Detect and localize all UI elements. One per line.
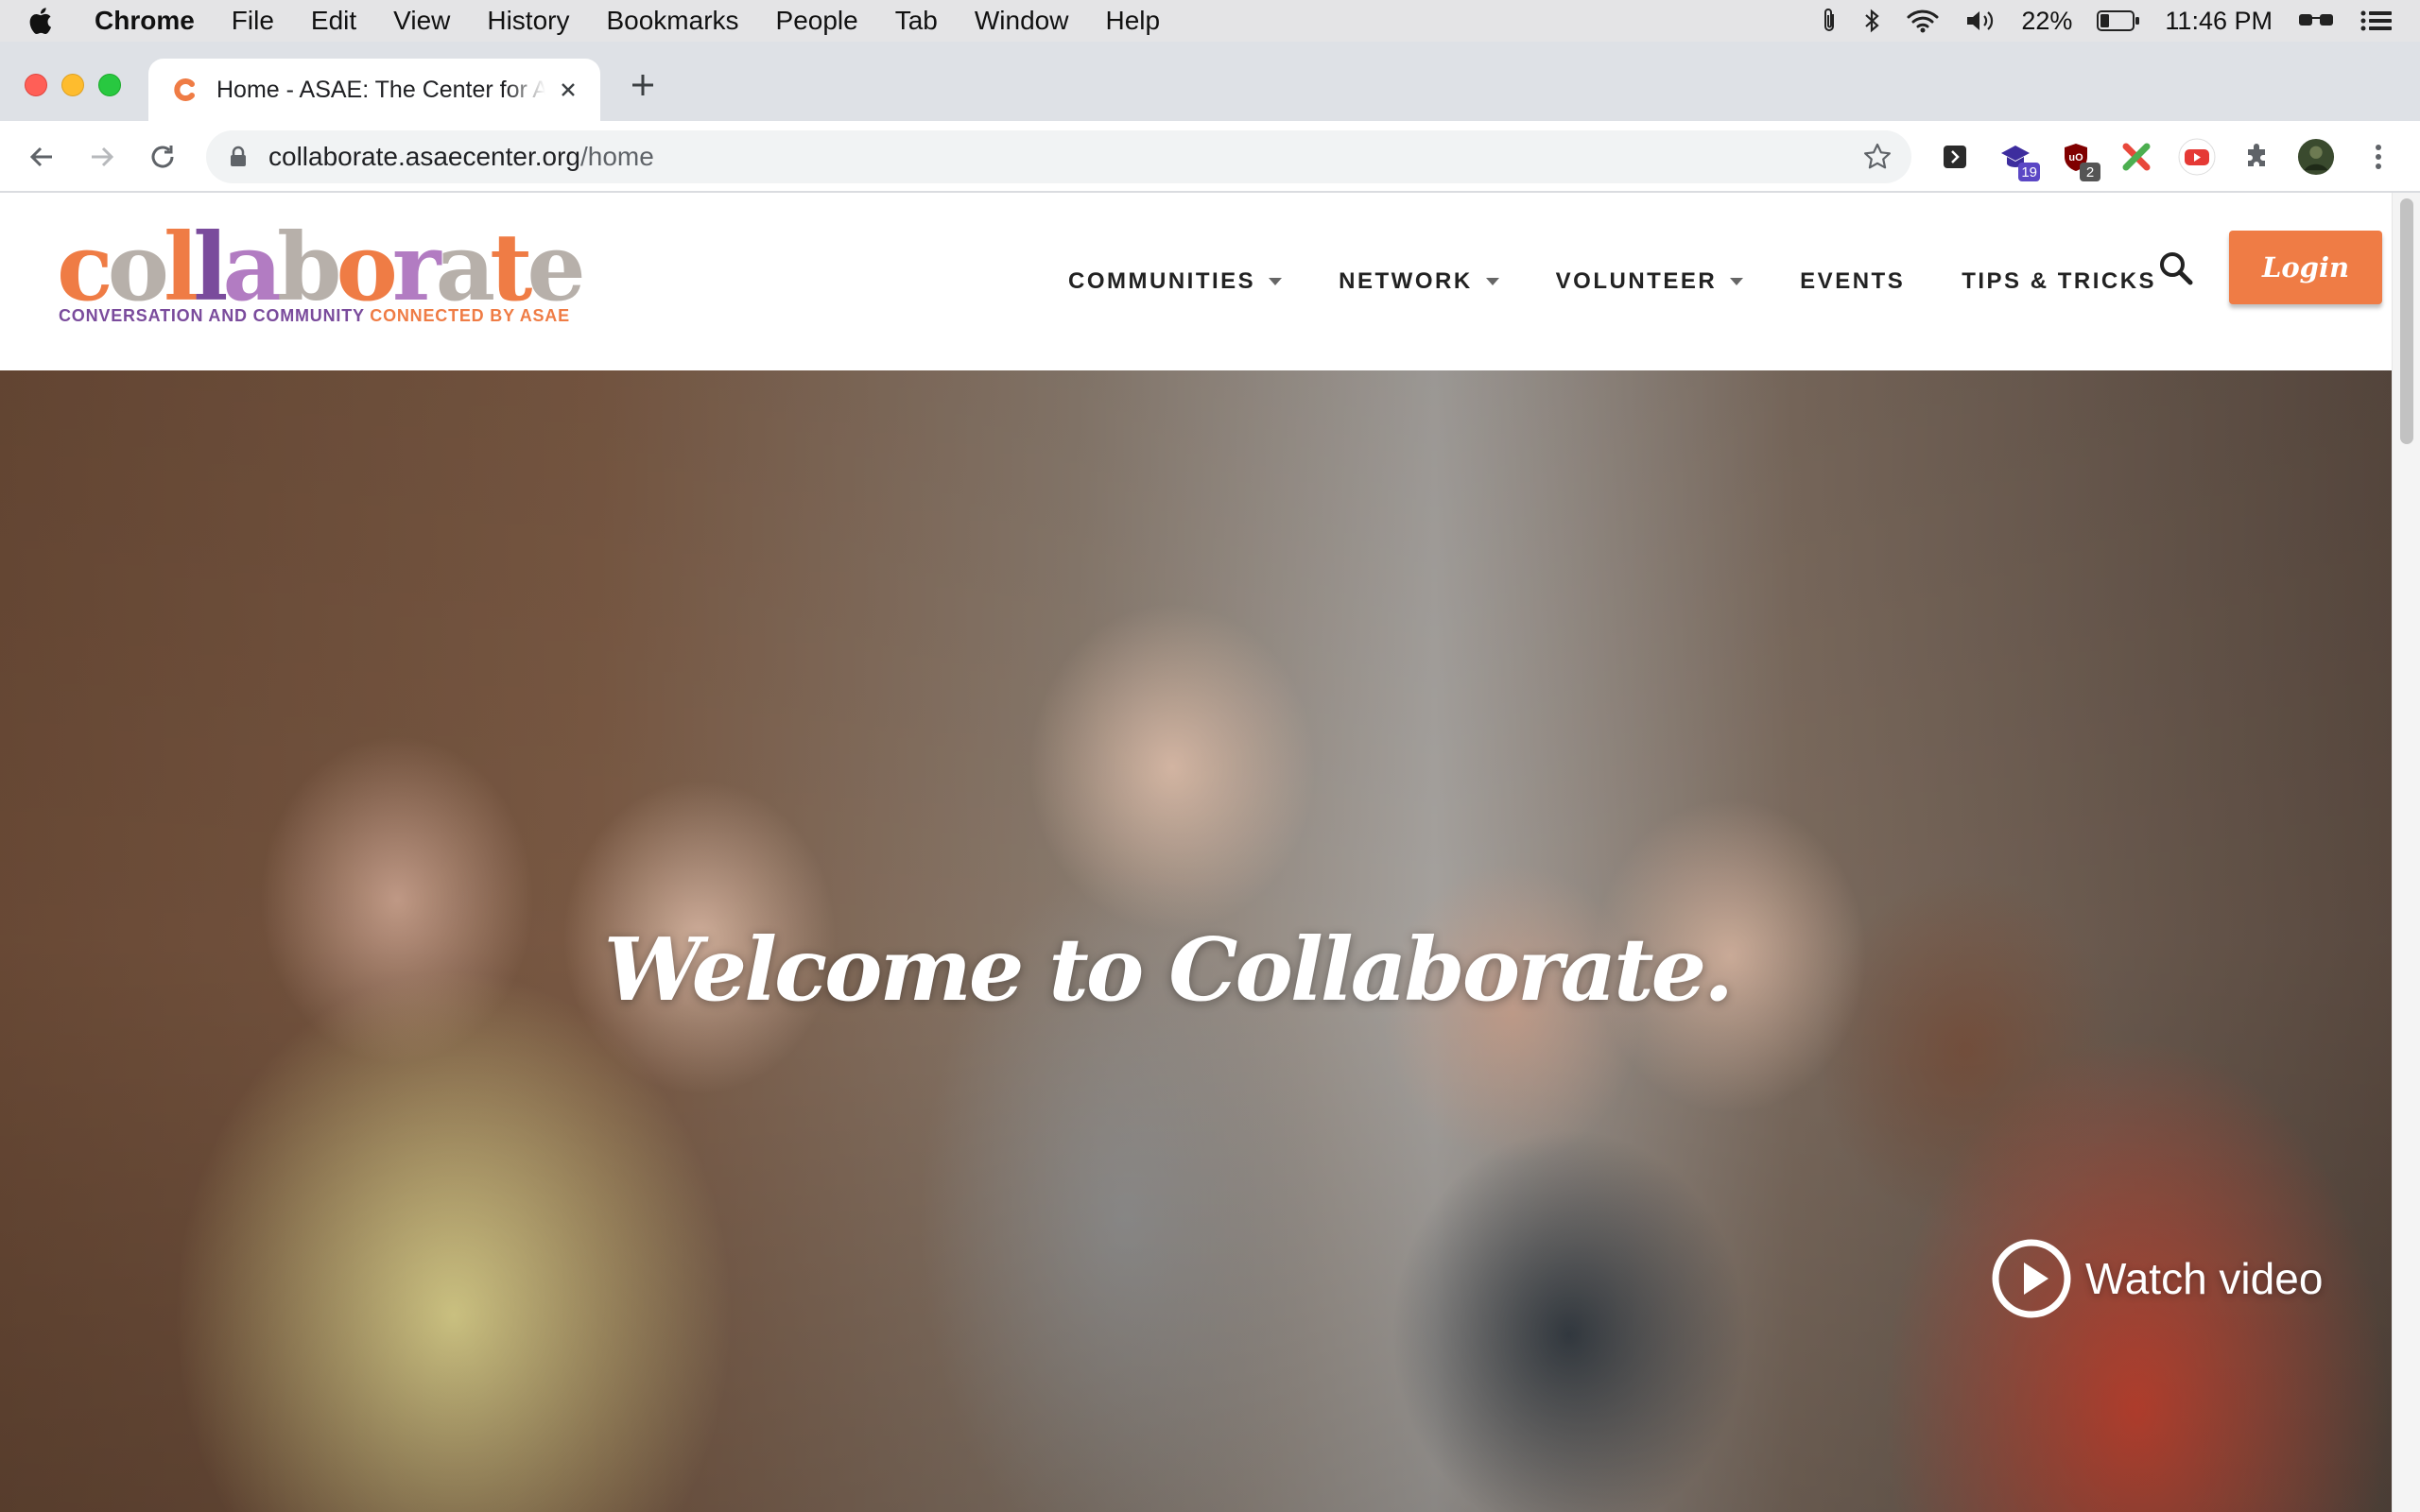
menu-history[interactable]: History <box>487 6 569 36</box>
site-header: collaborate CONVERSATION AND COMMUNITY C… <box>0 193 2392 370</box>
extension-ublock-icon[interactable]: uO 2 <box>2057 138 2100 181</box>
play-circle-icon <box>1992 1239 2071 1318</box>
menu-people[interactable]: People <box>776 6 858 36</box>
hero-headline: Welcome to Collaborate. <box>603 919 1734 1021</box>
main-navigation: COMMUNITIES NETWORK VOLUNTEER EVENTS TIP… <box>1068 193 2213 370</box>
browser-tab-strip: Home - ASAE: The Center for Association … <box>0 42 2420 121</box>
login-button[interactable]: Login <box>2229 231 2382 304</box>
caret-down-icon <box>1485 278 1499 285</box>
logo-wordmark: collaborate <box>57 214 586 322</box>
extension-dark-icon[interactable] <box>1936 138 1974 176</box>
nav-volunteer-label: VOLUNTEER <box>1555 268 1718 294</box>
extension-cross-icon[interactable] <box>2118 138 2155 176</box>
glasses-icon[interactable] <box>2297 10 2335 31</box>
caret-down-icon <box>1269 278 1283 285</box>
menu-help[interactable]: Help <box>1105 6 1160 36</box>
extensions-puzzle-icon[interactable] <box>2238 138 2276 176</box>
tagline-part-2: CONNECTED BY ASAE <box>370 306 570 325</box>
menu-app-chrome[interactable]: Chrome <box>95 6 195 36</box>
nav-communities-label: COMMUNITIES <box>1068 268 1256 294</box>
bookmark-star-icon[interactable] <box>1862 142 1893 172</box>
watch-video-label: Watch video <box>2085 1254 2324 1303</box>
nav-events[interactable]: EVENTS <box>1800 268 1905 295</box>
svg-text:uO: uO <box>2068 152 2083 163</box>
tab-close-icon[interactable] <box>555 77 581 103</box>
menu-tab[interactable]: Tab <box>895 6 938 36</box>
control-list-icon[interactable] <box>2360 9 2394 33</box>
web-page: collaborate CONVERSATION AND COMMUNITY C… <box>0 193 2392 1512</box>
watch-video-button[interactable]: Watch video <box>1991 1238 2323 1319</box>
collaborate-logo[interactable]: collaborate CONVERSATION AND COMMUNITY C… <box>57 221 586 344</box>
url-host: collaborate.asaecenter.org <box>268 142 580 171</box>
menu-file[interactable]: File <box>232 6 274 36</box>
nav-network[interactable]: NETWORK <box>1339 268 1499 295</box>
tagline-part-1: CONVERSATION AND COMMUNITY <box>59 306 371 325</box>
forward-button[interactable] <box>83 138 121 176</box>
logo-tagline: CONVERSATION AND COMMUNITY CONNECTED BY … <box>59 306 570 326</box>
extension-badge-count: 19 <box>2018 163 2040 181</box>
menu-window[interactable]: Window <box>975 6 1069 36</box>
volume-icon[interactable] <box>1964 8 1996 34</box>
window-minimize-button[interactable] <box>61 74 84 96</box>
menubar-status-area: 22% 11:46 PM <box>1821 0 2394 42</box>
profile-avatar[interactable] <box>2297 138 2335 176</box>
browser-toolbar: collaborate.asaecenter.org /home 19 uO 2 <box>0 121 2420 193</box>
menu-bookmarks[interactable]: Bookmarks <box>606 6 738 36</box>
collaborate-favicon-icon <box>173 77 198 102</box>
scrollbar-thumb[interactable] <box>2400 198 2413 444</box>
hero-banner: Welcome to Collaborate. Watch video <box>0 370 2392 1512</box>
macos-menubar: Chrome File Edit View History Bookmarks … <box>0 0 2420 42</box>
search-icon[interactable] <box>2155 248 2197 289</box>
wifi-icon[interactable] <box>1906 8 1940 34</box>
window-close-button[interactable] <box>25 74 47 96</box>
tab-title: Home - ASAE: The Center for Association … <box>216 76 545 103</box>
extension-graduation-icon[interactable]: 19 <box>1996 138 2040 181</box>
nav-volunteer[interactable]: VOLUNTEER <box>1556 268 1744 295</box>
url-path: /home <box>580 142 654 171</box>
battery-percent: 22% <box>2021 6 2073 35</box>
menu-view[interactable]: View <box>393 6 450 36</box>
extension-youtube-icon[interactable] <box>2178 138 2216 176</box>
apple-icon[interactable] <box>28 5 57 37</box>
caret-down-icon <box>1730 278 1744 285</box>
back-button[interactable] <box>23 138 60 176</box>
nav-tips-label: TIPS & TRICKS <box>1962 268 2157 294</box>
bluetooth-icon[interactable] <box>1862 7 1881 35</box>
page-scrollbar[interactable] <box>2392 193 2420 1512</box>
tab-home-asae[interactable]: Home - ASAE: The Center for Association … <box>148 59 600 121</box>
lock-icon[interactable] <box>227 146 250 168</box>
paperclip-icon[interactable] <box>1821 7 1838 35</box>
nav-communities[interactable]: COMMUNITIES <box>1068 268 1283 295</box>
window-zoom-button[interactable] <box>98 74 121 96</box>
address-bar[interactable]: collaborate.asaecenter.org /home <box>206 130 1911 183</box>
new-tab-button[interactable] <box>626 68 660 102</box>
menu-edit[interactable]: Edit <box>311 6 356 36</box>
nav-network-label: NETWORK <box>1339 268 1473 294</box>
clock[interactable]: 11:46 PM <box>2165 7 2273 36</box>
nav-tips-tricks[interactable]: TIPS & TRICKS <box>1962 268 2156 295</box>
extension-badge-count: 2 <box>2080 163 2100 181</box>
battery-icon[interactable] <box>2097 9 2140 32</box>
nav-events-label: EVENTS <box>1800 268 1906 294</box>
chrome-menu-icon[interactable] <box>2360 138 2397 176</box>
reload-button[interactable] <box>144 138 182 176</box>
